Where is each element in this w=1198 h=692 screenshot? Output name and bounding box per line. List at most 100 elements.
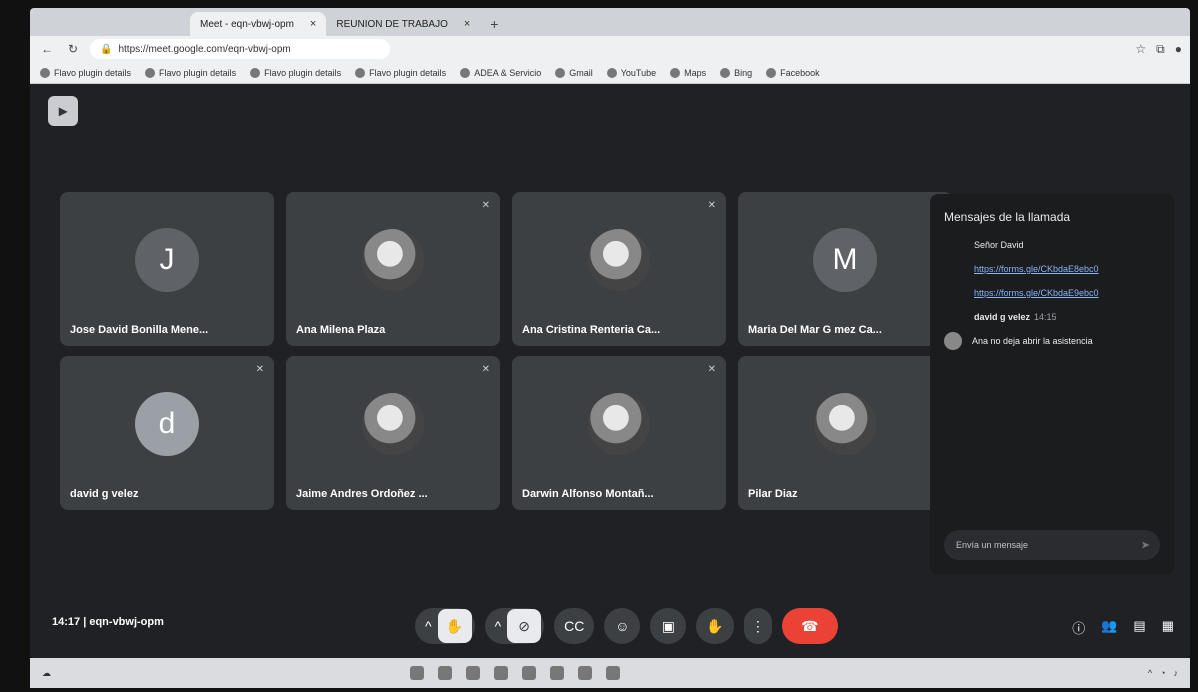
emoji-button[interactable]: ☺ xyxy=(604,608,641,644)
participant-tile[interactable]: J Jose David Bonilla Mene... xyxy=(60,192,274,346)
bookmark-item[interactable]: Flavo plugin details xyxy=(355,67,446,78)
participant-name: david g velez xyxy=(70,488,139,500)
hand-button[interactable]: ✋ xyxy=(696,608,734,644)
bookmark-item[interactable]: YouTube xyxy=(606,67,657,78)
mic-off-icon: ✕ xyxy=(255,364,264,375)
chat-link[interactable]: https://forms.gle/CKbdaE9ebc0 xyxy=(974,288,1160,298)
new-tab-button[interactable]: + xyxy=(480,12,508,36)
more-icon: ⋮ xyxy=(750,617,765,634)
tab-meet[interactable]: Meet - eqn-vbwj-opm × xyxy=(190,12,327,36)
bookmark-label: Flavo plugin details xyxy=(264,67,342,78)
folder-icon xyxy=(460,67,471,78)
avatar: J xyxy=(135,227,199,292)
participant-tile[interactable]: ✕ M Maria Del Mar G mez Ca... xyxy=(738,192,952,346)
app-icon[interactable] xyxy=(606,666,620,680)
bookmark-item[interactable]: Flavo plugin details xyxy=(40,67,132,78)
participant-name: Ana Milena Plaza xyxy=(296,324,386,336)
app-icon[interactable] xyxy=(550,666,564,680)
meeting-time: 14:17 xyxy=(52,616,81,628)
avatar xyxy=(588,392,650,455)
maps-icon xyxy=(670,67,681,78)
bookmark-label: Facebook xyxy=(780,67,820,78)
app-icon[interactable] xyxy=(522,666,536,680)
app-icon[interactable] xyxy=(466,666,480,680)
chat-input[interactable]: Envía un mensaje ➤ xyxy=(944,530,1160,560)
more-options-button[interactable]: ⋮ xyxy=(743,608,772,644)
app-icon[interactable] xyxy=(494,666,508,680)
participant-tile[interactable]: ✕ Jaime Andres Ordoñez ... xyxy=(286,356,500,510)
avatar: d xyxy=(135,391,199,456)
extensions-icon[interactable]: ⧉ xyxy=(1156,42,1165,57)
bookmark-item[interactable]: Bing xyxy=(720,67,753,78)
reload-icon[interactable]: ↻ xyxy=(64,40,82,58)
weather-widget[interactable]: ☁ xyxy=(42,668,51,679)
chat-input-placeholder: Envía un mensaje xyxy=(956,540,1029,550)
tab-reunion[interactable]: REUNION DE TRABAJO × xyxy=(326,12,480,36)
meeting-code: eqn-vbwj-opm xyxy=(89,616,164,628)
raise-hand-icon[interactable]: ✋ xyxy=(437,609,472,643)
bookmark-item[interactable]: Maps xyxy=(670,67,706,78)
wifi-icon[interactable]: ◔ xyxy=(1160,668,1165,678)
chat-message: Ana no deja abrir la asistencia xyxy=(972,336,1093,346)
tray-icon[interactable]: ^ xyxy=(1148,668,1152,678)
close-tab-icon[interactable]: × xyxy=(310,18,316,30)
start-icon[interactable] xyxy=(410,666,424,680)
tab-strip: Meet - eqn-vbwj-opm × REUNION DE TRABAJO… xyxy=(30,8,1190,36)
participant-tile[interactable]: ✕ Pilar Diaz xyxy=(738,356,952,510)
mic-off-icon: ✕ xyxy=(481,364,490,375)
youtube-icon xyxy=(606,67,617,78)
mic-off-icon: ✕ xyxy=(481,200,490,211)
close-tab-icon[interactable]: × xyxy=(464,18,470,30)
mic-options-caret[interactable]: ^ xyxy=(425,618,432,634)
bookmark-item[interactable]: Flavo plugin details xyxy=(145,67,236,78)
bookmark-label: YouTube xyxy=(620,67,657,78)
avatar: M xyxy=(813,227,877,292)
leave-call-button[interactable]: ☎ xyxy=(781,608,838,644)
bookmark-item[interactable]: Flavo plugin details xyxy=(250,67,342,78)
present-button[interactable]: ▣ xyxy=(650,608,687,644)
participant-tile[interactable]: ✕ Ana Cristina Renteria Ca... xyxy=(512,192,726,346)
mic-off-icon: ✕ xyxy=(707,364,716,375)
chat-sender: david g velez 14:15 xyxy=(974,312,1160,322)
bookmark-label: Bing xyxy=(734,67,753,78)
meet-stage: ▸ J Jose David Bonilla Mene... ✕ Ana Mil… xyxy=(30,84,1190,658)
url-text: https://meet.google.com/eqn-vbwj-opm xyxy=(118,43,291,55)
lock-icon: 🔒 xyxy=(100,43,113,55)
bookmark-item[interactable]: Facebook xyxy=(766,67,820,78)
chat-link[interactable]: https://forms.gle/CKbdaE8ebc0 xyxy=(974,264,1160,274)
star-icon[interactable]: ☆ xyxy=(1135,42,1146,57)
bookmark-label: Flavo plugin details xyxy=(54,67,132,78)
separator: | xyxy=(83,616,87,628)
participant-tile[interactable]: ✕ d david g velez xyxy=(60,356,274,510)
participant-name: Jose David Bonilla Mene... xyxy=(70,324,209,336)
activities-icon[interactable]: ▦ xyxy=(1162,618,1174,637)
camera-control[interactable]: ^ ⊘ xyxy=(484,608,545,644)
camera-options-caret[interactable]: ^ xyxy=(495,618,502,634)
gmail-icon xyxy=(555,67,566,78)
bookmark-item[interactable]: ADEA & Servicio xyxy=(460,67,542,78)
avatar xyxy=(944,332,962,350)
reunion-tab-label: REUNION DE TRABAJO xyxy=(336,18,448,30)
facebook-icon xyxy=(766,67,777,78)
chat-icon[interactable]: ▤ xyxy=(1133,618,1145,637)
captions-button[interactable]: CC xyxy=(554,608,595,644)
emoji-icon: ☺ xyxy=(615,618,630,634)
participant-tile[interactable]: ✕ Ana Milena Plaza xyxy=(286,192,500,346)
volume-icon[interactable]: ♪ xyxy=(1174,668,1179,678)
bookmark-label: ADEA & Servicio xyxy=(474,67,542,78)
people-icon[interactable]: 👥 xyxy=(1101,618,1117,637)
send-icon[interactable]: ➤ xyxy=(1141,539,1150,552)
address-bar[interactable]: 🔒 https://meet.google.com/eqn-vbwj-opm xyxy=(90,39,390,59)
mic-control[interactable]: ^ ✋ xyxy=(415,608,475,644)
bookmarks-bar: Flavo plugin details Flavo plugin detail… xyxy=(30,62,1190,84)
camera-off-icon[interactable]: ⊘ xyxy=(507,609,542,643)
info-icon[interactable]: ⓘ xyxy=(1072,618,1085,637)
bookmark-icon xyxy=(40,67,50,78)
participant-tile[interactable]: ✕ Darwin Alfonso Montañ... xyxy=(512,356,726,510)
bookmark-item[interactable]: Gmail xyxy=(555,67,593,78)
back-icon[interactable]: ← xyxy=(38,40,56,58)
search-icon[interactable] xyxy=(438,666,452,680)
participant-name: Pilar Diaz xyxy=(748,488,798,500)
chrome-icon[interactable] xyxy=(578,666,592,680)
profile-icon[interactable]: ● xyxy=(1175,42,1182,57)
